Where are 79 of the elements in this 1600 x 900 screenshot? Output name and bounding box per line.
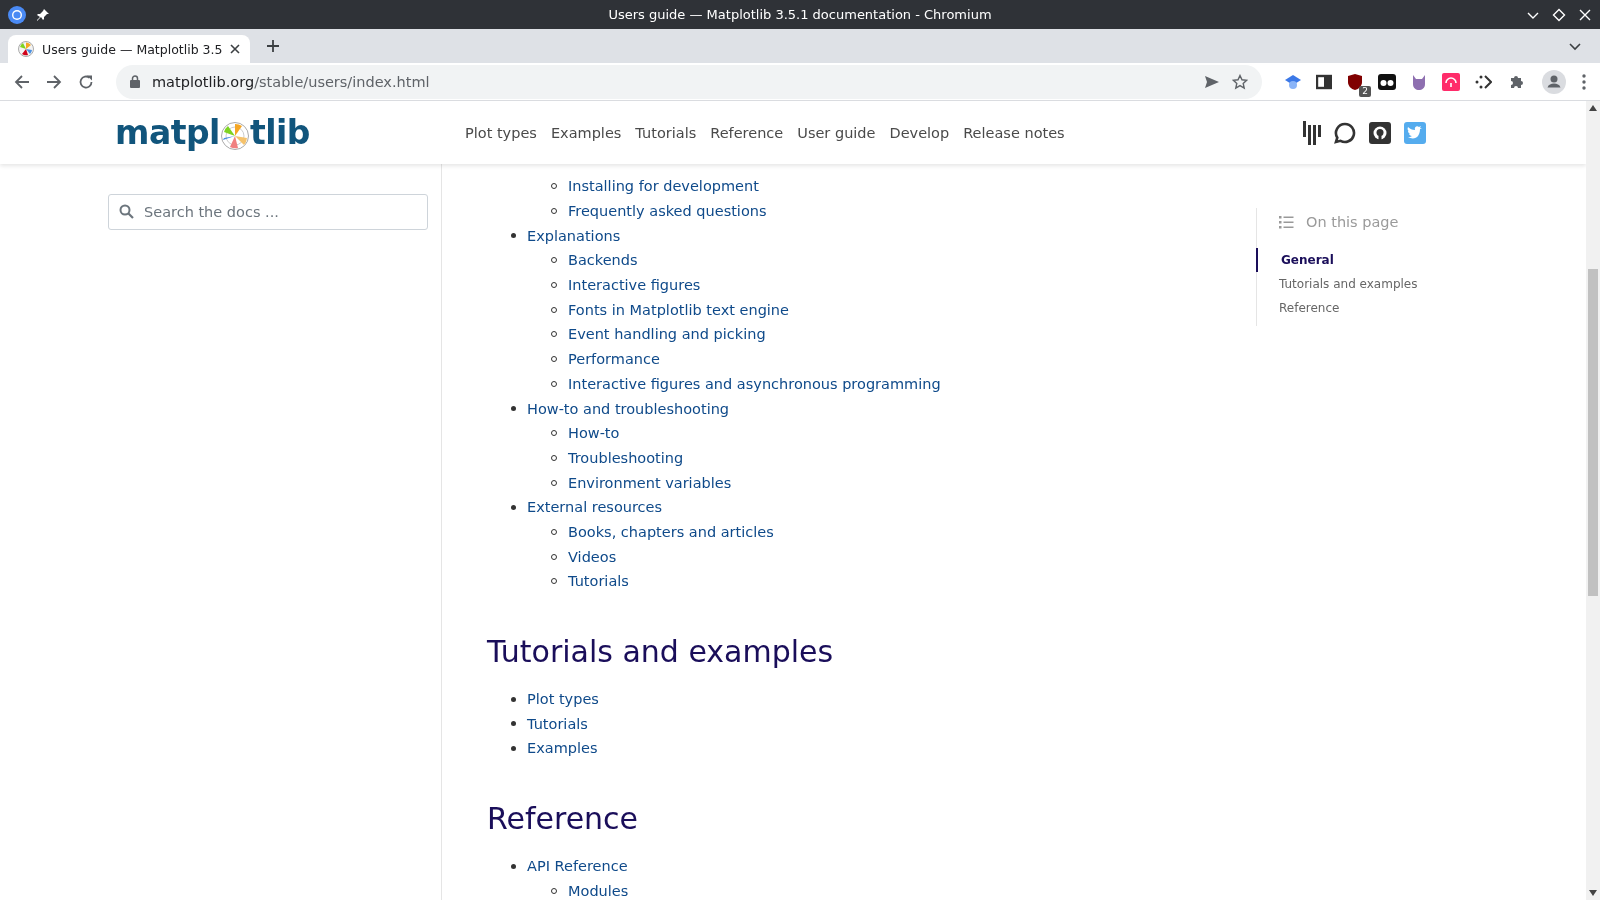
- browser-tab[interactable]: Users guide — Matplotlib 3.5: [8, 35, 250, 63]
- nav-link[interactable]: User guide: [797, 124, 876, 141]
- doc-link[interactable]: Tutorials: [527, 715, 588, 732]
- scrollbar[interactable]: [1586, 101, 1600, 900]
- doc-link[interactable]: Interactive figures and asynchronous programming: [568, 375, 941, 392]
- logo-text[interactable]: tlib: [249, 113, 310, 152]
- dots-arrow-icon[interactable]: [1474, 72, 1492, 91]
- bullet-icon: [511, 745, 516, 751]
- extension-badge: 2: [1359, 85, 1371, 97]
- doc-link[interactable]: How-to and troubleshooting: [527, 400, 730, 417]
- section-heading: Reference: [487, 800, 640, 836]
- doc-link[interactable]: Plot types: [527, 691, 599, 708]
- nav-link[interactable]: Plot types: [465, 124, 537, 141]
- logo-text[interactable]: matpl: [115, 113, 220, 152]
- shield-icon[interactable]: [1346, 72, 1364, 91]
- section-heading: Tutorials and examples: [487, 633, 835, 669]
- nav-link[interactable]: Tutorials: [635, 124, 697, 141]
- bullet-icon: [511, 721, 516, 727]
- bullet-icon: [511, 406, 516, 412]
- search-field[interactable]: Search the docs ...: [108, 194, 428, 230]
- scroll-up-icon[interactable]: [1589, 105, 1597, 111]
- menu-icon[interactable]: [1582, 73, 1586, 90]
- star-icon[interactable]: [1232, 73, 1248, 90]
- doc-link[interactable]: Performance: [568, 351, 660, 368]
- bullet-icon: [511, 504, 516, 510]
- doc-link[interactable]: Environment variables: [568, 474, 732, 491]
- maximize-icon[interactable]: [1552, 7, 1566, 22]
- square-frame-icon[interactable]: [1316, 73, 1332, 90]
- doc-link[interactable]: Examples: [527, 740, 598, 757]
- doc-link[interactable]: Tutorials: [568, 573, 629, 590]
- lock-icon: [130, 75, 140, 88]
- doc-link[interactable]: Installing for development: [568, 178, 759, 195]
- address-bar[interactable]: matplotlib.org/stable/users/index.html: [116, 64, 1262, 99]
- scroll-down-icon[interactable]: [1589, 890, 1597, 896]
- profile-icon[interactable]: [1542, 69, 1566, 94]
- bullet-icon: [511, 233, 516, 239]
- toc-link[interactable]: Reference: [1256, 296, 1586, 320]
- close-tab-icon[interactable]: [230, 44, 240, 54]
- doc-link[interactable]: Modules: [568, 882, 629, 899]
- reload-icon[interactable]: [78, 73, 94, 90]
- pin-icon[interactable]: [36, 7, 50, 22]
- toc-link[interactable]: Tutorials and examples: [1256, 272, 1586, 296]
- doc-link[interactable]: Books, chapters and articles: [568, 523, 774, 540]
- nav-link[interactable]: Release notes: [963, 124, 1065, 141]
- back-icon[interactable]: [14, 73, 30, 90]
- chat-bubble-icon[interactable]: [1334, 121, 1356, 144]
- bullet-icon: [511, 863, 516, 869]
- doc-link[interactable]: Explanations: [527, 227, 621, 244]
- gitter-icon[interactable]: [1303, 120, 1321, 145]
- graduation-cap-icon[interactable]: [1284, 72, 1302, 91]
- doc-link[interactable]: Interactive figures: [568, 277, 701, 294]
- nav-link[interactable]: Examples: [550, 124, 622, 141]
- polar-chart-logo-icon[interactable]: [219, 120, 250, 151]
- github-icon[interactable]: [1369, 121, 1391, 144]
- doc-link[interactable]: Troubleshooting: [568, 449, 684, 466]
- toc-title: On this page: [1306, 214, 1399, 230]
- two-dots-icon[interactable]: [1378, 73, 1396, 90]
- doc-link[interactable]: External resources: [527, 499, 663, 516]
- send-icon[interactable]: [1204, 74, 1220, 89]
- favicon-icon: [18, 41, 34, 57]
- doc-link[interactable]: Event handling and picking: [568, 326, 766, 343]
- umbrella-square-icon[interactable]: [1442, 72, 1460, 91]
- nav-link[interactable]: Reference: [710, 124, 784, 141]
- doc-link[interactable]: How-to: [568, 425, 620, 442]
- new-tab-icon[interactable]: [266, 39, 280, 53]
- doc-link[interactable]: Fonts in Matplotlib text engine: [568, 301, 789, 318]
- nav-link[interactable]: Develop: [889, 124, 950, 141]
- doc-link[interactable]: Backends: [568, 252, 638, 269]
- search-icon: [119, 204, 134, 219]
- doc-link[interactable]: Videos: [568, 548, 617, 565]
- scrollbar-thumb[interactable]: [1588, 269, 1598, 596]
- doc-link[interactable]: Frequently asked questions: [568, 203, 767, 220]
- forward-icon[interactable]: [46, 73, 62, 90]
- doc-link[interactable]: API Reference: [527, 858, 628, 875]
- chromium-icon: [8, 5, 26, 24]
- bullet-icon: [511, 696, 516, 702]
- window-title: Users guide — Matplotlib 3.5.1 documentation - Chromium: [607, 7, 993, 22]
- list-icon: [1279, 215, 1294, 229]
- close-icon[interactable]: [1578, 7, 1592, 22]
